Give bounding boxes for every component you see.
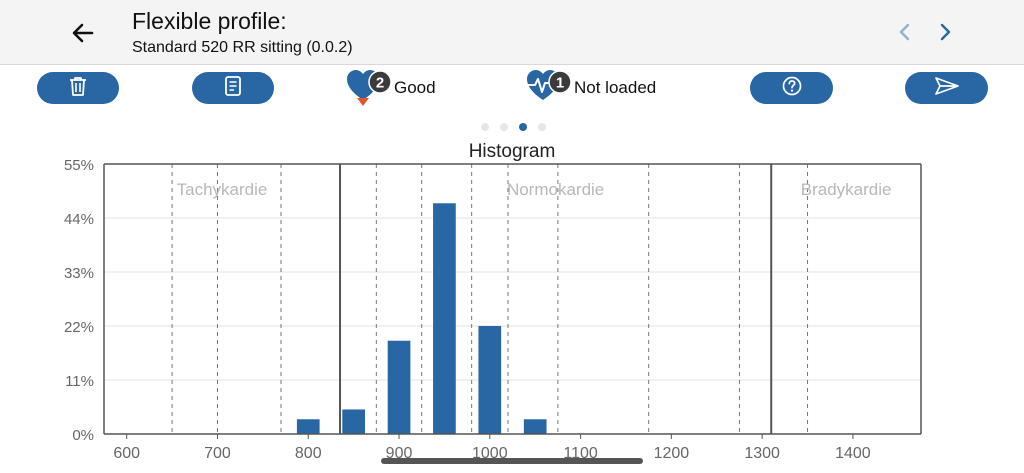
help-button[interactable] <box>750 72 833 104</box>
x-tick-label: 1000 <box>472 445 508 458</box>
x-tick-label: 1400 <box>835 445 871 458</box>
zone-label: Normokardie <box>507 180 604 199</box>
document-icon <box>222 75 244 102</box>
quality-status: 2 Good <box>345 68 436 108</box>
x-tick-label: 1200 <box>654 445 690 458</box>
x-tick-label: 1300 <box>744 445 780 458</box>
x-tick-label: 800 <box>295 445 322 458</box>
y-tick-label: 22% <box>64 319 94 336</box>
heart-quality-icon: 2 <box>347 70 392 106</box>
heart-pulse-icon: 1 <box>526 70 572 100</box>
histogram-bar <box>433 203 456 434</box>
trash-icon <box>67 75 89 102</box>
loaded-badge-number: 1 <box>556 75 564 92</box>
y-tick-label: 0% <box>72 427 94 444</box>
x-tick-label: 600 <box>113 445 140 458</box>
page-title: Flexible profile: <box>132 8 287 34</box>
send-icon <box>934 75 960 102</box>
next-chevron-icon[interactable] <box>933 20 957 44</box>
histogram-bar <box>523 419 547 434</box>
histogram-bar <box>342 409 365 434</box>
histogram-bar <box>478 326 502 434</box>
y-tick-label: 44% <box>64 211 94 228</box>
data-load-status: 1 Not loaded <box>525 68 656 108</box>
histogram-chart: Histogram Tachykardie Normokardie Bradykar… <box>64 141 922 458</box>
y-tick-label: 55% <box>64 157 94 174</box>
delete-button[interactable] <box>37 72 119 104</box>
profile-subtitle: Standard 520 RR sitting (0.0.2) <box>132 39 353 56</box>
quality-badge-number: 2 <box>376 75 384 92</box>
page-dot[interactable] <box>500 123 508 131</box>
zone-label: Tachykardie <box>177 180 268 199</box>
x-tick-label: 700 <box>204 445 231 458</box>
page-dot[interactable] <box>481 123 489 131</box>
back-arrow-icon[interactable] <box>66 16 100 50</box>
zone-label: Bradykardie <box>801 180 892 199</box>
question-mark-icon <box>781 75 803 102</box>
page-indicator <box>481 123 546 131</box>
y-tick-label: 11% <box>65 373 94 390</box>
histogram-bar <box>387 340 411 434</box>
page-dot[interactable] <box>519 123 527 131</box>
header-bar: Flexible profile: Standard 520 RR sittin… <box>0 0 1024 65</box>
quality-label: Good <box>394 78 436 97</box>
histogram-bar <box>296 419 320 434</box>
x-tick-label: 1100 <box>563 445 598 458</box>
chart-title: Histogram <box>469 141 556 162</box>
loaded-label: Not loaded <box>574 78 657 97</box>
send-button[interactable] <box>905 72 988 104</box>
page-dot[interactable] <box>538 123 546 131</box>
report-button[interactable] <box>192 72 274 104</box>
y-tick-label: 33% <box>64 265 94 282</box>
x-tick-label: 900 <box>386 445 413 458</box>
previous-chevron-icon[interactable] <box>893 20 917 44</box>
horizontal-scrollbar[interactable] <box>381 458 643 464</box>
